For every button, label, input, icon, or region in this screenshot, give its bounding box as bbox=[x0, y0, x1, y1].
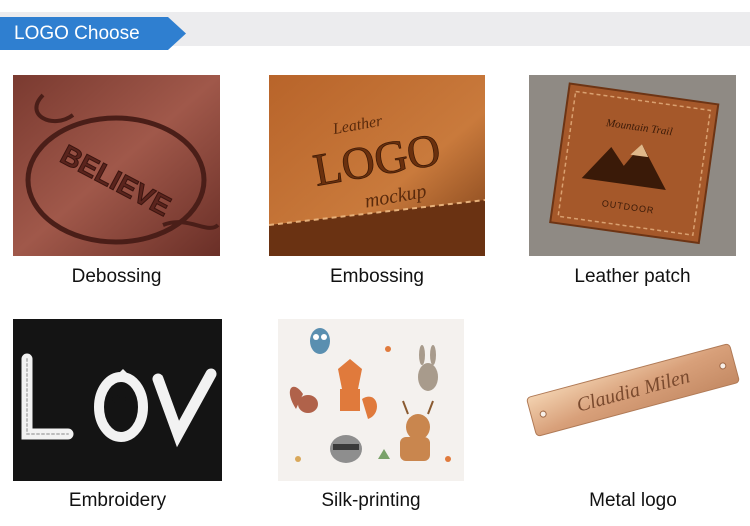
debossing-image: BELIEVE bbox=[13, 75, 220, 256]
caption-metal-logo: Metal logo bbox=[589, 490, 677, 511]
embossing-image: Leather LOGO mockup bbox=[269, 75, 485, 256]
caption-embroidery: Embroidery bbox=[68, 490, 167, 511]
caption-leather-patch: Leather patch bbox=[574, 266, 691, 287]
caption-debossing: Debossing bbox=[71, 266, 162, 287]
embroidery-image bbox=[13, 319, 222, 481]
metal-logo-image: Claudia Milen bbox=[520, 330, 746, 450]
caption-silk-printing: Silk-printing bbox=[321, 490, 421, 511]
leather-patch-image: Mountain Trail OUTDOOR bbox=[529, 75, 736, 256]
page-title: LOGO Choose bbox=[14, 23, 140, 44]
silk-printing-image bbox=[278, 319, 464, 481]
caption-embossing: Embossing bbox=[330, 266, 424, 287]
